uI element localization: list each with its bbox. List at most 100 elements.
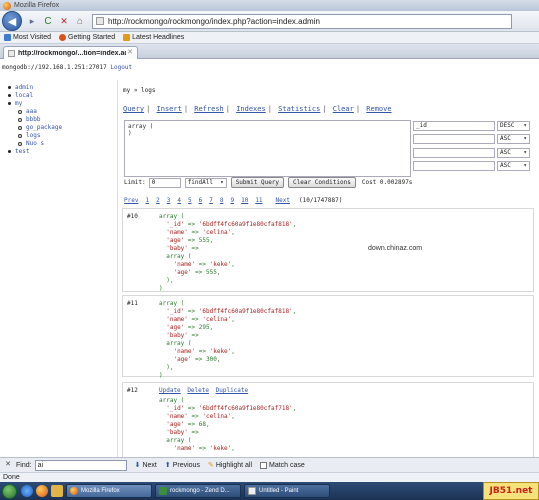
db-my[interactable]: my (15, 100, 22, 107)
start-button[interactable] (2, 483, 17, 499)
firefox-quicklaunch-icon[interactable] (36, 485, 48, 497)
page-link[interactable]: 4 (177, 197, 181, 204)
sort-field-input[interactable]: _id (413, 121, 495, 131)
match-case-checkbox[interactable]: Match case (260, 461, 305, 469)
tree-item[interactable]: Nuo s (8, 140, 62, 148)
menu-insert[interactable]: Insert (157, 105, 182, 113)
home-button[interactable]: ⌂ (74, 15, 86, 27)
collection-logs[interactable]: logs (26, 132, 40, 139)
string-token: 'name' (173, 348, 196, 355)
find-input[interactable]: ai (34, 459, 127, 471)
internet-explorer-icon[interactable] (21, 485, 33, 497)
string-token: 'keke' (209, 445, 232, 452)
query-textarea[interactable]: array ( ) (124, 120, 411, 177)
menu-query[interactable]: Query (123, 105, 144, 113)
update-link[interactable]: Update (159, 387, 181, 394)
taskbar-button-zend[interactable]: rockmongo - Zend D... (155, 484, 241, 498)
chevron-down-icon: ▾ (523, 135, 527, 142)
window-title: Mozilla Firefox (14, 2, 60, 9)
folder-icon[interactable] (51, 485, 63, 497)
collection-go-package[interactable]: go_package (26, 124, 62, 131)
collection-nuo-s[interactable]: Nuo s (26, 140, 44, 147)
record-row: #10 array ( '_id' => '6bdff4fc60a9f1e80c… (122, 208, 534, 292)
back-button[interactable]: ◀ (2, 11, 22, 31)
taskbar-button-firefox[interactable]: Mozilla Firefox (66, 484, 152, 498)
tab-rockmongo[interactable]: http://rockmongo/...tion=index.admin ✕ (3, 46, 138, 59)
string-token: 'keke' (209, 261, 232, 268)
page-link[interactable]: 7 (209, 197, 213, 204)
tree-item[interactable]: admin (8, 84, 62, 92)
limit-input[interactable]: 0 (148, 177, 181, 188)
menu-remove[interactable]: Remove (366, 105, 391, 113)
tree-item[interactable]: go_package (8, 124, 62, 132)
find-next-button[interactable]: ⬇ Next (135, 461, 157, 470)
page-link[interactable]: 9 (230, 197, 234, 204)
chevron-down-icon: ▾ (523, 122, 527, 129)
tree-item[interactable]: bbbb (8, 116, 62, 124)
find-previous-button[interactable]: ⬆ Previous (165, 461, 200, 470)
sort-field-input[interactable] (413, 161, 495, 171)
page-link[interactable]: 2 (156, 197, 160, 204)
page-link[interactable]: 3 (167, 197, 171, 204)
db-admin[interactable]: admin (15, 84, 33, 91)
record-line: array ( (159, 253, 192, 260)
close-tab-icon[interactable]: ✕ (126, 49, 134, 57)
forward-button[interactable]: ▸ (26, 15, 38, 27)
next-page-link[interactable]: Next (276, 197, 290, 204)
submit-query-button[interactable]: Submit Query (230, 177, 285, 188)
page-link[interactable]: 10 (241, 197, 248, 204)
string-token: '_id' (166, 308, 185, 315)
prev-page-link[interactable]: Prev (124, 197, 138, 204)
bookmark-latest-headlines[interactable]: Latest Headlines (123, 34, 184, 41)
page-link[interactable]: 1 (145, 197, 149, 204)
duplicate-link[interactable]: Duplicate (216, 387, 249, 394)
menu-separator: | (322, 105, 327, 113)
string-token: 'celina' (202, 229, 232, 236)
bookmark-getting-started[interactable]: Getting Started (59, 34, 115, 41)
record-row: #11 array ( '_id' => '6bdff4fc60a9f1e80c… (122, 295, 534, 379)
db-local[interactable]: local (15, 92, 33, 99)
sort-order-select[interactable]: ASC ▾ (497, 148, 530, 158)
close-find-bar-icon[interactable]: ✕ (4, 461, 12, 469)
record-line: 'age' => 555, (173, 269, 221, 276)
menu-indexes[interactable]: Indexes (236, 105, 266, 113)
reload-button[interactable]: C (42, 15, 54, 27)
sort-order-select[interactable]: ASC ▾ (497, 161, 530, 171)
tree-item[interactable]: aaa (8, 108, 62, 116)
url-bar[interactable]: http://rockmongo/rockmongo/index.php?act… (92, 13, 512, 29)
tree-item[interactable]: my (8, 100, 62, 108)
tree-item[interactable]: test (8, 148, 62, 156)
page-link[interactable]: 5 (188, 197, 192, 204)
tree-item[interactable]: logs (8, 132, 62, 140)
tree-item[interactable]: local (8, 92, 62, 100)
delete-link[interactable]: Delete (187, 387, 209, 394)
sort-order-select[interactable]: ASC ▾ (497, 134, 530, 144)
menu-statistics[interactable]: Statistics (278, 105, 320, 113)
record-body: array ( '_id' => '6bdff4fc60a9f1e80cfaf7… (159, 397, 296, 453)
find-mode-select[interactable]: findAll ▾ (184, 177, 227, 188)
bookmark-most-visited[interactable]: Most Visited (4, 34, 51, 41)
sort-field-input[interactable] (413, 148, 495, 158)
sort-field-input[interactable] (413, 134, 495, 144)
string-token: 'age' (173, 269, 192, 276)
home-icon: ⌂ (76, 15, 84, 27)
clear-conditions-button[interactable]: Clear Conditions (288, 177, 356, 188)
db-test[interactable]: test (15, 148, 29, 155)
page-link[interactable]: 6 (199, 197, 203, 204)
collection-aaa[interactable]: aaa (26, 108, 37, 115)
collection-bbbb[interactable]: bbbb (26, 116, 40, 123)
taskbar-button-paint[interactable]: Untitled - Paint (244, 484, 330, 498)
menu-clear[interactable]: Clear (333, 105, 354, 113)
page-link[interactable]: 11 (255, 197, 262, 204)
menu-refresh[interactable]: Refresh (194, 105, 224, 113)
bullet-icon (8, 150, 11, 153)
sort-order-select[interactable]: DESC ▾ (497, 121, 530, 131)
page-link[interactable]: 8 (220, 197, 224, 204)
highlight-all-button[interactable]: ✎ Highlight all (208, 461, 252, 470)
record-line: 'age' => 555, (166, 237, 214, 244)
firefox-icon (70, 487, 78, 495)
match-case-label: Match case (269, 461, 305, 469)
string-token: 'baby' (166, 245, 188, 252)
logout-link[interactable]: Logout (110, 64, 132, 71)
stop-button[interactable]: ✕ (58, 15, 70, 27)
